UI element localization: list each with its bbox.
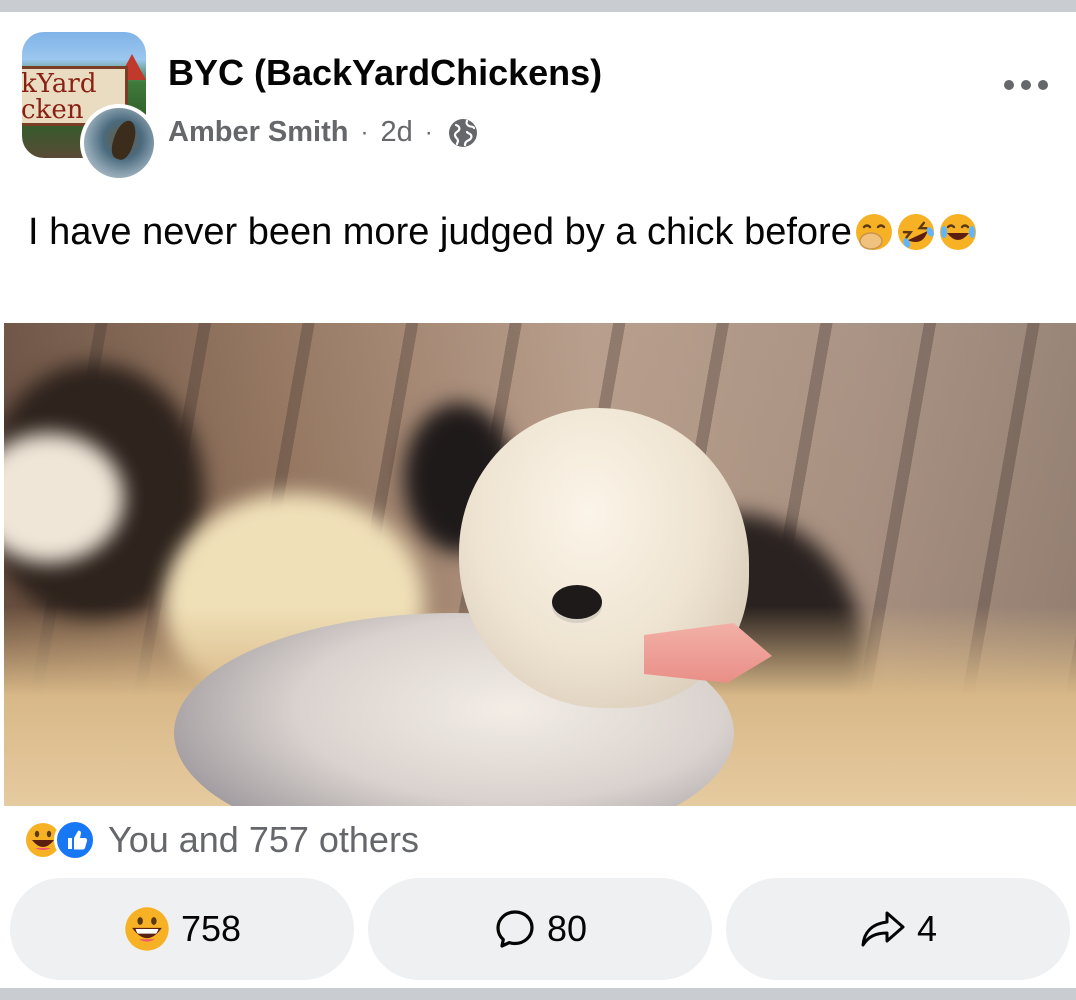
meta-separator: · bbox=[360, 118, 369, 146]
action-bar: 758 80 4 bbox=[10, 878, 1070, 980]
grinning-face-icon bbox=[125, 907, 169, 951]
react-button[interactable]: 758 bbox=[10, 878, 354, 980]
share-icon bbox=[861, 911, 905, 947]
post-text-content: I have never been more judged by a chick… bbox=[28, 211, 852, 253]
comment-count: 80 bbox=[546, 908, 588, 949]
post-header: kYard cken BYC (BackYardChickens) Amber … bbox=[0, 12, 1076, 182]
author-name-link[interactable]: Amber Smith bbox=[168, 116, 348, 149]
group-avatar-text-line2: cken bbox=[22, 95, 84, 125]
like-icon bbox=[54, 819, 96, 861]
share-button[interactable]: 4 bbox=[726, 878, 1070, 980]
author-avatar-image bbox=[84, 108, 154, 178]
post-meta: Amber Smith · 2d · bbox=[168, 116, 479, 149]
group-name-link[interactable]: BYC (BackYardChickens) bbox=[168, 52, 602, 94]
post-text: I have never been more judged by a chick… bbox=[28, 204, 988, 260]
comment-button[interactable]: 80 bbox=[368, 878, 712, 980]
reactions-summary-text: You and 757 others bbox=[108, 819, 419, 860]
more-dot bbox=[1004, 80, 1014, 90]
meta-separator: · bbox=[424, 118, 433, 146]
more-dot bbox=[1021, 80, 1031, 90]
hand-over-mouth-emoji-icon bbox=[855, 214, 892, 250]
globe-icon[interactable] bbox=[447, 117, 479, 149]
rolling-laughing-emoji-icon bbox=[897, 214, 934, 250]
post-card: kYard cken BYC (BackYardChickens) Amber … bbox=[0, 12, 1076, 988]
comment-icon bbox=[496, 910, 534, 948]
group-avatar-text-line1: kYard bbox=[22, 69, 97, 99]
tears-of-joy-emoji-icon bbox=[939, 214, 976, 250]
more-options-button[interactable] bbox=[996, 70, 1056, 100]
post-photo[interactable] bbox=[4, 323, 1076, 806]
author-avatar[interactable] bbox=[80, 104, 158, 182]
share-count: 4 bbox=[916, 908, 938, 949]
post-time[interactable]: 2d bbox=[380, 116, 412, 149]
more-dot bbox=[1038, 80, 1048, 90]
react-count: 758 bbox=[180, 908, 242, 949]
reactions-summary[interactable]: You and 757 others bbox=[22, 818, 419, 862]
photo-chick-eye bbox=[552, 585, 602, 619]
